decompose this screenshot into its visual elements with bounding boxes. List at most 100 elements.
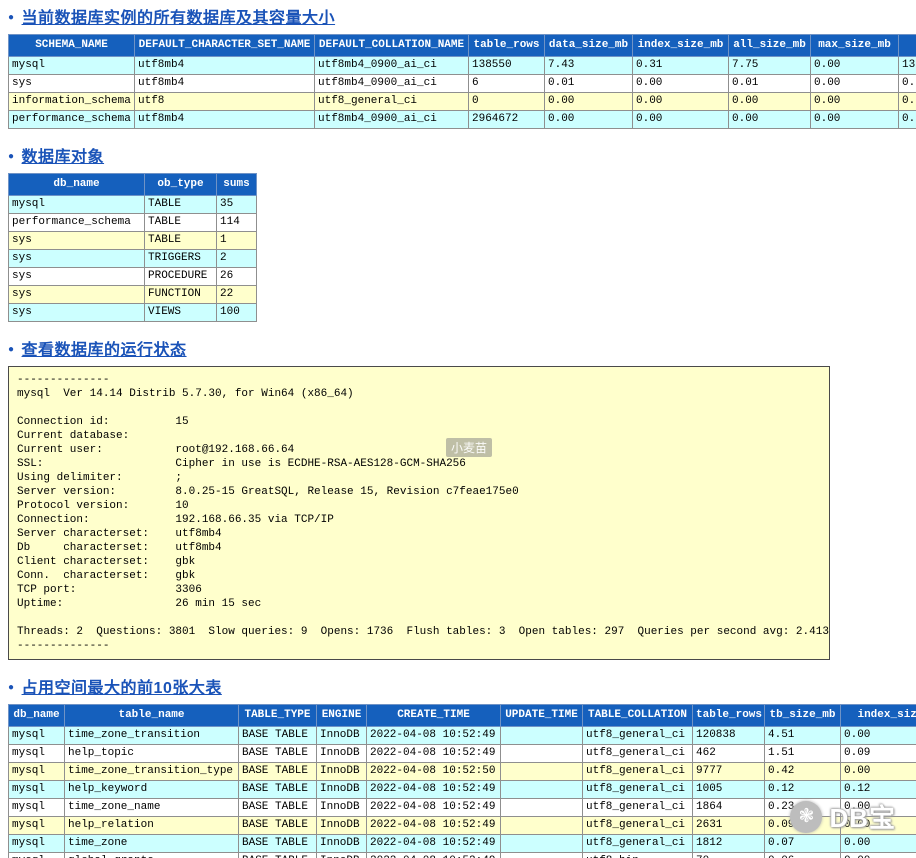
table-cell: 1.51 — [764, 744, 841, 763]
objects-table-header-row: db_name ob_type sums — [8, 173, 257, 196]
table-cell: 0.00 — [840, 834, 916, 853]
table-row: mysql time_zone BASE TABLE InnoDB 2022-04-08… — [8, 834, 916, 853]
table-cell: InnoDB — [316, 762, 367, 781]
table-cell: performance_schema — [8, 213, 145, 232]
table-cell: time_zone_transition — [64, 726, 239, 745]
table-cell: 2022-04-08 10:52:50 — [366, 762, 501, 781]
table-cell: mysql — [8, 744, 65, 763]
table-cell: 2022-04-08 10:52:49 — [366, 798, 501, 817]
column-header: SCHEMA_NAME — [8, 34, 135, 57]
table-row: sys TABLE 1 — [8, 231, 257, 250]
table-cell: 4.51 — [764, 726, 841, 745]
table-cell: BASE TABLE — [238, 744, 317, 763]
table-cell: BASE TABLE — [238, 780, 317, 799]
table-cell: 6 — [468, 74, 545, 93]
section-title-top-tables: ● 占用空间最大的前10张大表 — [8, 674, 916, 698]
table-cell: 2022-04-08 10:52:49 — [366, 744, 501, 763]
table-row: sys PROCEDURE 26 — [8, 267, 257, 286]
table-cell: 26 — [216, 267, 257, 286]
table-cell: utf8_general_ci — [582, 762, 693, 781]
table-cell: 0.00 — [632, 110, 729, 129]
objects-table-head: db_name ob_type sums — [8, 173, 257, 196]
table-cell: mysql — [8, 726, 65, 745]
objects-table-viewport: db_name ob_type sums mysql TABLE 35 performan… — [8, 173, 916, 322]
table-row: performance_schema utf8mb4 utf8mb4_0900_ai… — [8, 110, 916, 129]
table-cell: 0.09 — [764, 816, 841, 835]
table-cell: 120838 — [692, 726, 765, 745]
table-cell: utf8mb4 — [134, 56, 315, 75]
table-row: mysql help_relation BASE TABLE InnoDB 2022-0… — [8, 816, 916, 835]
table-cell: 0.01 — [544, 74, 633, 93]
table-cell: 2022-04-08 10:52:49 — [366, 726, 501, 745]
table-cell: InnoDB — [316, 834, 367, 853]
table-row: mysql time_zone_name BASE TABLE InnoDB 2022-… — [8, 798, 916, 817]
table-cell: 0.31 — [632, 56, 729, 75]
table-cell: 0.00 — [840, 852, 916, 858]
table-row: mysql time_zone_transition BASE TABLE InnoD… — [8, 726, 916, 745]
table-cell: BASE TABLE — [238, 816, 317, 835]
objects-table-body: mysql TABLE 35 performance_schema TABLE 114 sy… — [8, 195, 257, 322]
table-cell: 13 — [898, 56, 916, 75]
table-cell: InnoDB — [316, 744, 367, 763]
table-cell: utf8_general_ci — [582, 744, 693, 763]
table-cell: BASE TABLE — [238, 798, 317, 817]
table-cell: sys — [8, 267, 145, 286]
table-cell: PROCEDURE — [144, 267, 217, 286]
column-header: db_name — [8, 173, 145, 196]
table-cell: mysql — [8, 780, 65, 799]
table-cell: 0.00 — [810, 110, 899, 129]
top-tables-viewport: db_name table_name TABLE_TYPE ENGINE CREATE_… — [8, 704, 916, 858]
table-cell: 0. — [898, 74, 916, 93]
section-title-text: 数据库对象 — [21, 149, 105, 166]
table-cell — [500, 798, 583, 817]
table-cell: 0.06 — [764, 852, 841, 858]
table-cell: mysql — [8, 834, 65, 853]
column-header: db_name — [8, 704, 65, 727]
table-cell — [500, 834, 583, 853]
table-cell: BASE TABLE — [238, 834, 317, 853]
table-cell: 114 — [216, 213, 257, 232]
table-cell: utf8mb4_0900_ai_ci — [314, 110, 469, 129]
table-cell: InnoDB — [316, 852, 367, 858]
table-cell: 0.00 — [840, 798, 916, 817]
table-cell: sys — [8, 231, 145, 250]
table-cell: 2022-04-08 10:52:49 — [366, 816, 501, 835]
column-header: sums — [216, 173, 257, 196]
table-cell: utf8_general_ci — [582, 834, 693, 853]
table-cell: 0.00 — [544, 92, 633, 111]
column-header: f — [898, 34, 916, 57]
table-cell: performance_schema — [8, 110, 135, 129]
table-cell: 0.00 — [840, 816, 916, 835]
table-cell: InnoDB — [316, 816, 367, 835]
schema-table-header-row: SCHEMA_NAME DEFAULT_CHARACTER_SET_NAME DEF… — [8, 34, 916, 57]
table-cell: TABLE — [144, 195, 217, 214]
top-tables-head: db_name table_name TABLE_TYPE ENGINE CREATE_… — [8, 704, 916, 727]
table-row: performance_schema TABLE 114 — [8, 213, 257, 232]
table-cell: 2631 — [692, 816, 765, 835]
bullet-icon: ● — [8, 344, 15, 355]
table-cell: 138550 — [468, 56, 545, 75]
table-cell: utf8_general_ci — [582, 816, 693, 835]
column-header: TABLE_TYPE — [238, 704, 317, 727]
table-cell: 35 — [216, 195, 257, 214]
section-title-status: ● 查看数据库的运行状态 — [8, 336, 916, 360]
table-cell: utf8mb4_0900_ai_ci — [314, 56, 469, 75]
table-cell: 0.12 — [764, 780, 841, 799]
table-cell: 0.00 — [840, 762, 916, 781]
column-header: index_size — [840, 704, 916, 727]
table-cell: InnoDB — [316, 780, 367, 799]
table-cell: 0.12 — [840, 780, 916, 799]
table-cell: 0.09 — [840, 744, 916, 763]
table-cell: 0.00 — [632, 74, 729, 93]
table-cell: global_grants — [64, 852, 239, 858]
table-cell: 0.00 — [810, 92, 899, 111]
top-tables-header-row: db_name table_name TABLE_TYPE ENGINE CREATE_… — [8, 704, 916, 727]
table-cell — [500, 852, 583, 858]
table-cell: 7.43 — [544, 56, 633, 75]
table-row: mysql help_topic BASE TABLE InnoDB 2022-04-0… — [8, 744, 916, 763]
table-cell: help_keyword — [64, 780, 239, 799]
table-cell: BASE TABLE — [238, 852, 317, 858]
table-cell: 0.00 — [840, 726, 916, 745]
table-cell: 7.75 — [728, 56, 811, 75]
table-cell: 0.23 — [764, 798, 841, 817]
